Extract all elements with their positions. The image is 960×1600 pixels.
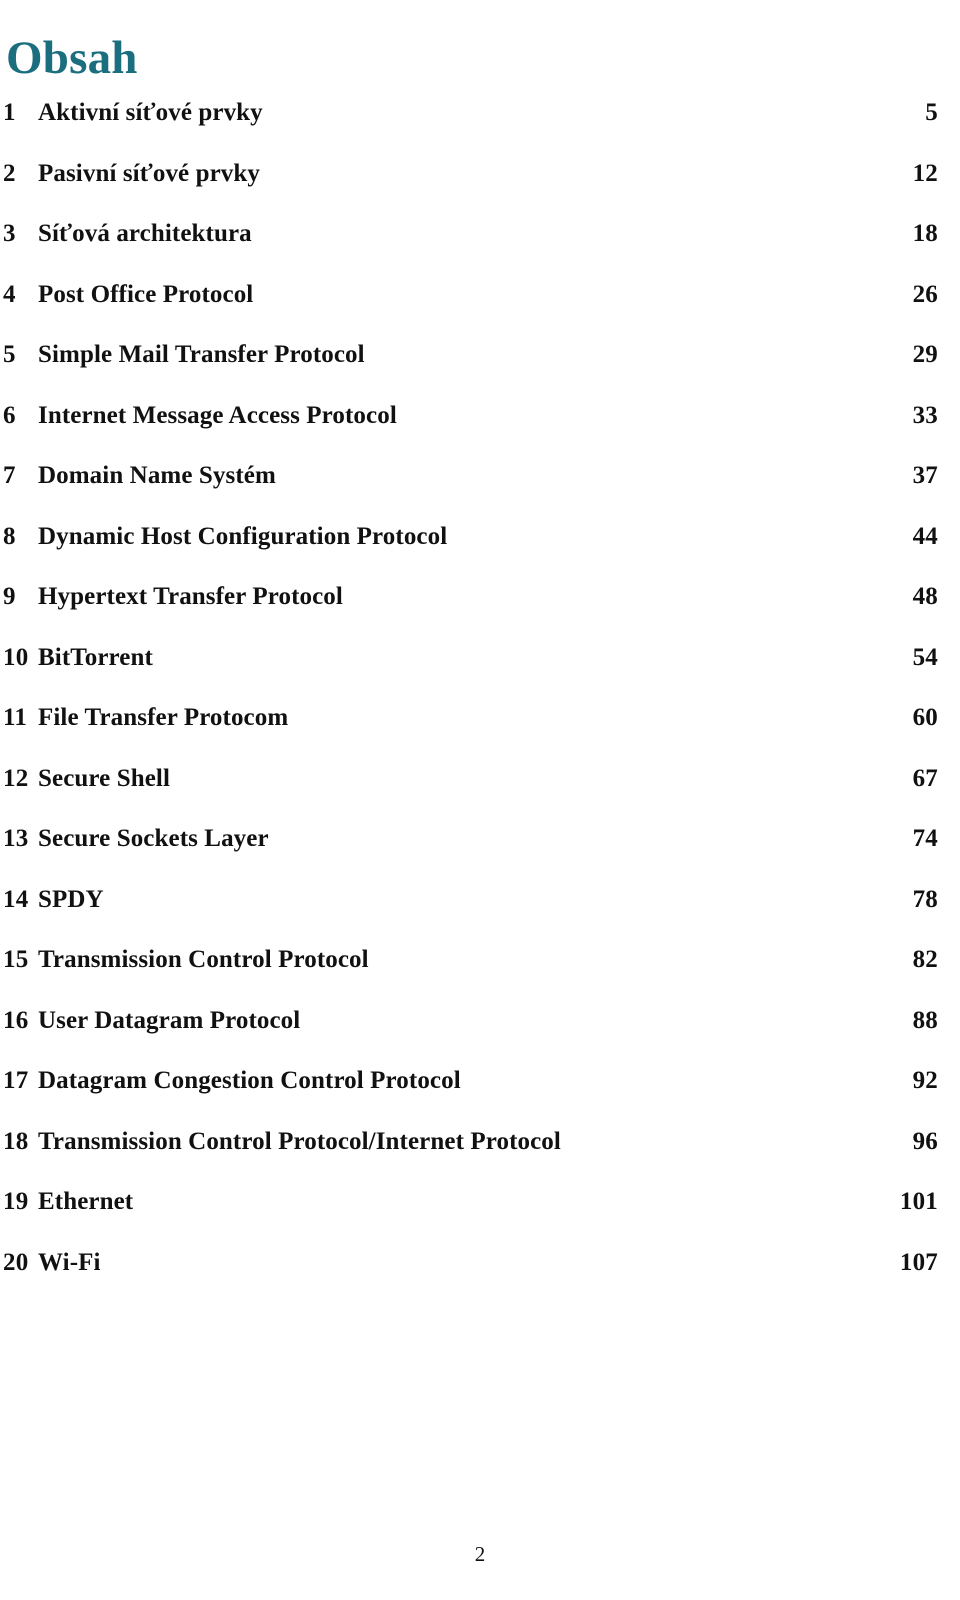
toc-entry-list: 1 Aktivní síťové prvky 5 2 Pasivní síťové pr… [0, 100, 960, 1310]
toc-entry-title[interactable]: Post Office Protocol [34, 282, 913, 307]
toc-entry[interactable]: 3 Síťová architektura 18 [0, 221, 960, 282]
toc-entry[interactable]: 2 Pasivní síťové prvky 12 [0, 161, 960, 222]
toc-entry[interactable]: 7 Domain Name Systém 37 [0, 463, 960, 524]
toc-entry[interactable]: 13 Secure Sockets Layer 74 [0, 826, 960, 887]
toc-entry-page-number: 101 [899, 1188, 938, 1215]
toc-entry-number: 18 [3, 1127, 29, 1155]
toc-entry-page-number: 82 [912, 946, 938, 973]
toc-entry-title[interactable]: Aktivní síťové prvky [34, 100, 925, 125]
toc-entry[interactable]: 14 SPDY 78 [0, 887, 960, 948]
toc-entry-number: 17 [3, 1067, 29, 1094]
toc-entry-page-number: 60 [912, 704, 938, 731]
toc-entry-page-number: 37 [912, 462, 938, 489]
toc-entry-page-number: 96 [912, 1127, 938, 1155]
toc-entry[interactable]: 16 User Datagram Protocol 88 [0, 1008, 960, 1069]
toc-entry-title[interactable]: SPDY [34, 887, 913, 912]
toc-entry[interactable]: 10 BitTorrent 54 [0, 645, 960, 706]
toc-entry-page-number: 67 [912, 764, 938, 792]
toc-entry-number: 15 [3, 946, 29, 973]
toc-entry-page-number: 5 [925, 99, 938, 126]
toc-entry-title[interactable]: Hypertext Transfer Protocol [34, 584, 913, 609]
toc-entry-number: 4 [3, 280, 16, 308]
toc-page: Obsah 1 Aktivní síťové prvky 5 2 Pasivní síť… [0, 0, 960, 1600]
toc-entry[interactable]: 9 Hypertext Transfer Protocol 48 [0, 584, 960, 645]
toc-entry[interactable]: 18 Transmission Control Protocol/Internet… [0, 1129, 960, 1190]
toc-entry-number: 10 [3, 643, 29, 671]
toc-entry-title[interactable]: Wi-Fi [34, 1250, 900, 1275]
toc-entry-page-number: 33 [912, 401, 938, 429]
toc-entry-title[interactable]: BitTorrent [34, 645, 913, 670]
page-number-footer: 2 [474, 1542, 486, 1566]
toc-entry[interactable]: 1 Aktivní síťové prvky 5 [0, 100, 960, 161]
toc-entry-page-number: 54 [912, 643, 938, 671]
toc-entry[interactable]: 12 Secure Shell 67 [0, 766, 960, 827]
toc-entry-title[interactable]: Simple Mail Transfer Protocol [34, 342, 913, 367]
toc-entry-number: 5 [3, 341, 16, 368]
toc-entry-page-number: 26 [912, 280, 938, 308]
toc-entry-number: 19 [3, 1188, 29, 1215]
toc-entry-page-number: 18 [912, 220, 938, 247]
toc-entry-title[interactable]: User Datagram Protocol [34, 1008, 913, 1033]
toc-entry-page-number: 74 [912, 825, 938, 852]
toc-entry-title[interactable]: Transmission Control Protocol [34, 947, 913, 972]
toc-entry[interactable]: 11 File Transfer Protocom 60 [0, 705, 960, 766]
toc-entry-number: 7 [3, 462, 16, 489]
toc-entry-number: 14 [3, 885, 29, 913]
toc-entry-title[interactable]: Datagram Congestion Control Protocol [34, 1068, 913, 1093]
toc-entry-number: 9 [3, 583, 16, 610]
toc-entry[interactable]: 20 Wi-Fi 107 [0, 1250, 960, 1311]
toc-entry-page-number: 29 [912, 341, 938, 368]
toc-entry-number: 12 [3, 764, 29, 792]
toc-entry-number: 2 [3, 159, 16, 187]
toc-entry-page-number: 12 [912, 159, 938, 187]
toc-entry-title[interactable]: File Transfer Protocom [34, 705, 913, 730]
toc-entry-page-number: 48 [912, 583, 938, 610]
page-title: Obsah [6, 32, 138, 85]
toc-entry[interactable]: 17 Datagram Congestion Control Protocol 92 [0, 1068, 960, 1129]
toc-entry[interactable]: 5 Simple Mail Transfer Protocol 29 [0, 342, 960, 403]
toc-entry[interactable]: 6 Internet Message Access Protocol 33 [0, 403, 960, 464]
toc-entry-title[interactable]: Secure Shell [34, 766, 913, 791]
toc-entry-number: 11 [3, 704, 28, 731]
toc-entry-title[interactable]: Dynamic Host Configuration Protocol [34, 524, 913, 549]
toc-entry-page-number: 44 [912, 522, 938, 550]
toc-entry-page-number: 88 [912, 1006, 938, 1034]
toc-entry-title[interactable]: Ethernet [34, 1189, 900, 1214]
toc-entry[interactable]: 15 Transmission Control Protocol 82 [0, 947, 960, 1008]
toc-entry-title[interactable]: Transmission Control Protocol/Internet P… [34, 1129, 913, 1154]
toc-entry[interactable]: 19 Ethernet 101 [0, 1189, 960, 1250]
toc-entry-number: 1 [3, 99, 16, 126]
toc-entry-number: 8 [3, 522, 16, 550]
toc-entry-title[interactable]: Síťová architektura [34, 221, 913, 246]
toc-entry-page-number: 92 [912, 1067, 938, 1094]
toc-entry[interactable]: 4 Post Office Protocol 26 [0, 282, 960, 343]
toc-entry-title[interactable]: Secure Sockets Layer [34, 826, 913, 851]
toc-entry-page-number: 78 [912, 885, 938, 913]
toc-entry-title[interactable]: Domain Name Systém [34, 463, 913, 488]
toc-entry-number: 6 [3, 401, 16, 429]
toc-entry-number: 20 [3, 1248, 29, 1276]
toc-entry-number: 3 [3, 220, 16, 247]
toc-entry-page-number: 107 [899, 1248, 938, 1276]
toc-entry-title[interactable]: Pasivní síťové prvky [34, 161, 913, 186]
toc-entry-number: 16 [3, 1006, 29, 1034]
toc-entry[interactable]: 8 Dynamic Host Configuration Protocol 44 [0, 524, 960, 585]
toc-entry-number: 13 [3, 825, 29, 852]
toc-entry-title[interactable]: Internet Message Access Protocol [34, 403, 913, 428]
